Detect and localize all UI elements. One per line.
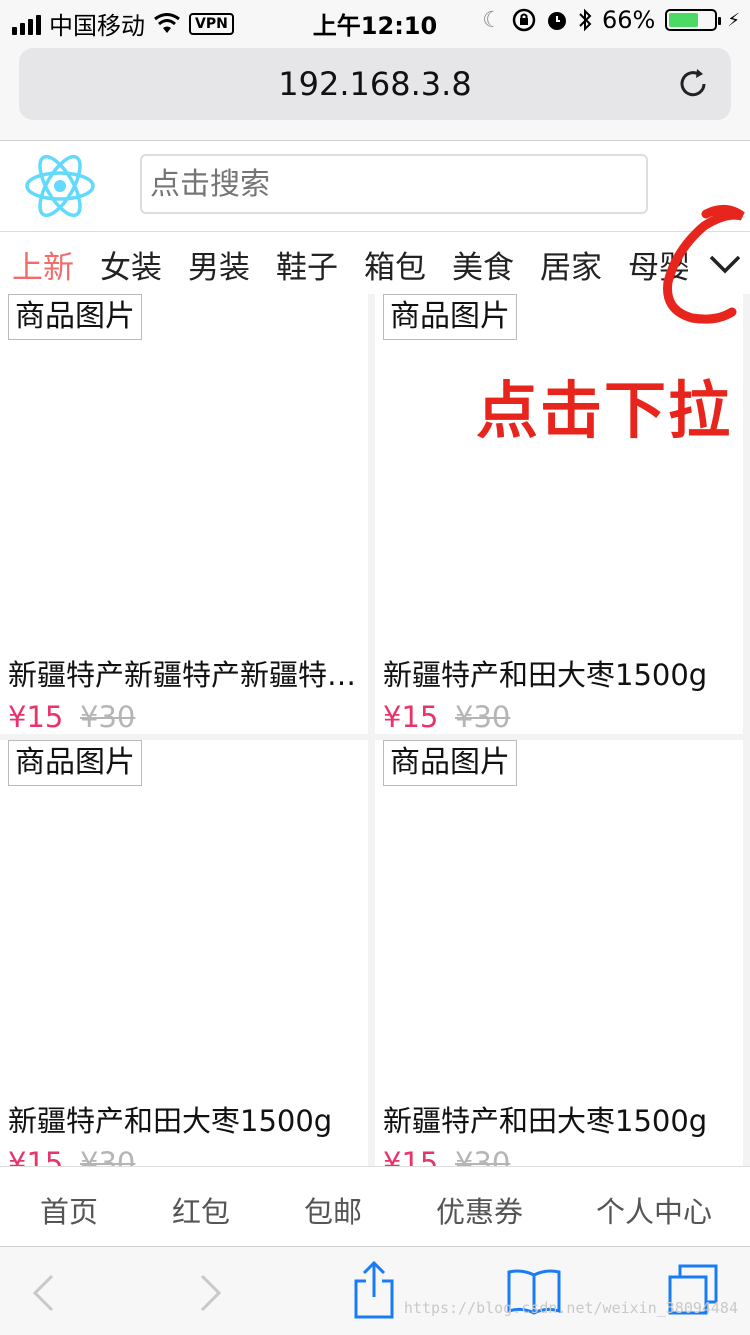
- product-old-price: ¥30: [80, 700, 136, 734]
- battery-icon: [665, 9, 722, 31]
- tab-shoes[interactable]: 鞋子: [276, 242, 338, 287]
- product-old-price: ¥30: [455, 700, 511, 734]
- product-image-placeholder: 商品图片: [8, 740, 142, 786]
- tab-home[interactable]: 居家: [540, 242, 602, 287]
- product-price: ¥15: [383, 1146, 439, 1166]
- product-title: 新疆特产和田大枣1500g: [383, 1104, 708, 1138]
- product-title: 新疆特产和田大枣1500g: [8, 1104, 333, 1138]
- bottom-nav: 首页 红包 包邮 优惠券 个人中心: [0, 1166, 750, 1247]
- nav-coupons[interactable]: 优惠券: [436, 1189, 523, 1231]
- address-bar[interactable]: 192.168.3.8: [19, 48, 731, 120]
- back-icon[interactable]: [30, 1273, 56, 1313]
- tab-men[interactable]: 男装: [188, 242, 250, 287]
- product-image-placeholder: 商品图片: [383, 740, 517, 786]
- product-price: ¥15: [383, 700, 439, 734]
- browser-toolbar: https://blog.csdn.net/weixin_38094484: [0, 1246, 750, 1335]
- tab-new[interactable]: 上新: [12, 242, 74, 287]
- browser-address-area: 192.168.3.8: [0, 40, 750, 141]
- battery-percent: 66%: [602, 6, 656, 34]
- alarm-icon: [548, 12, 567, 30]
- tab-food[interactable]: 美食: [452, 242, 514, 287]
- tab-women[interactable]: 女装: [100, 242, 162, 287]
- nav-profile[interactable]: 个人中心: [596, 1189, 712, 1231]
- rotation-lock-icon: [512, 8, 536, 32]
- bluetooth-icon: [579, 8, 592, 32]
- status-bar: 中国移动 VPN 上午12:10 ☾ 66% ⚡: [0, 0, 750, 40]
- product-image-placeholder: 商品图片: [383, 294, 517, 340]
- nav-home[interactable]: 首页: [40, 1189, 98, 1231]
- product-old-price: ¥30: [455, 1146, 511, 1166]
- annotation-text: 点击下拉: [476, 374, 733, 447]
- product-title: 新疆特产新疆特产新疆特产和田大枣1500g: [8, 658, 360, 692]
- charging-icon: ⚡: [727, 9, 740, 31]
- product-price: ¥15: [8, 700, 64, 734]
- app-header: [0, 141, 750, 232]
- forward-icon[interactable]: [198, 1273, 224, 1313]
- category-tabs: 上新 女装 男装 鞋子 箱包 美食 居家 母婴: [0, 232, 750, 295]
- product-title: 新疆特产和田大枣1500g: [383, 658, 708, 692]
- reload-icon[interactable]: [675, 66, 711, 102]
- product-card[interactable]: 商品图片 新疆特产和田大枣1500g ¥15 ¥30: [375, 740, 743, 1166]
- tab-bags[interactable]: 箱包: [364, 242, 426, 287]
- product-card[interactable]: 商品图片 新疆特产新疆特产新疆特产和田大枣1500g ¥15 ¥30: [0, 294, 368, 734]
- url-text: 192.168.3.8: [278, 65, 472, 103]
- nav-red-packet[interactable]: 红包: [172, 1189, 230, 1231]
- hand-drawn-annotation-mark: [663, 205, 745, 324]
- product-old-price: ¥30: [80, 1146, 136, 1166]
- search-input[interactable]: [140, 154, 648, 214]
- product-price: ¥15: [8, 1146, 64, 1166]
- share-icon[interactable]: [352, 1261, 396, 1319]
- react-logo-icon[interactable]: [24, 147, 96, 225]
- product-card[interactable]: 商品图片 新疆特产和田大枣1500g ¥15 ¥30: [0, 740, 368, 1166]
- moon-icon: ☾: [482, 7, 503, 33]
- nav-free-shipping[interactable]: 包邮: [304, 1189, 362, 1231]
- battery-level: [669, 13, 699, 27]
- watermark-text: https://blog.csdn.net/weixin_38094484: [403, 1299, 738, 1317]
- status-right: ☾ 66% ⚡: [482, 6, 740, 34]
- product-image-placeholder: 商品图片: [8, 294, 142, 340]
